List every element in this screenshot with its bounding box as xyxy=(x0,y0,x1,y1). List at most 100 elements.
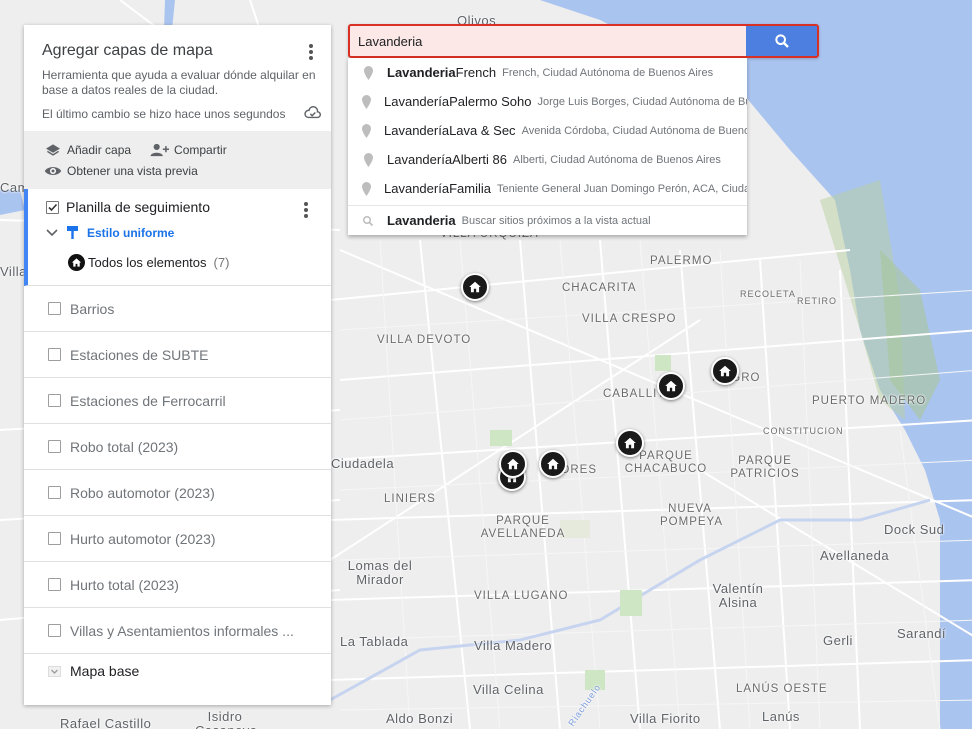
layer-hurto-total[interactable]: Hurto total (2023) xyxy=(24,562,331,608)
map-label: Lomas del Mirador xyxy=(347,558,413,587)
cloud-saved-icon xyxy=(304,106,321,124)
layer-subte[interactable]: Estaciones de SUBTE xyxy=(24,332,331,378)
map-description[interactable]: Herramienta que ayuda a evaluar dónde al… xyxy=(42,68,317,98)
suggestion-rest: French xyxy=(455,65,497,80)
paint-roller-icon xyxy=(67,226,78,239)
basemap-toggle[interactable]: Mapa base xyxy=(24,654,331,688)
nearby-hint: Buscar sitios próximos a la vista actual xyxy=(461,214,651,227)
suggestion-item[interactable]: Lavandería Familia Teniente General Juan … xyxy=(348,174,747,203)
suggestion-item[interactable]: Lavandería Alberti 86 Alberti, Ciudad Aut… xyxy=(348,145,747,174)
home-icon xyxy=(547,458,559,470)
layer-robo-total[interactable]: Robo total (2023) xyxy=(24,424,331,470)
suggestion-match: Lavanderia xyxy=(387,65,456,80)
add-person-icon xyxy=(150,143,170,156)
place-marker-icon xyxy=(362,152,374,167)
map-label: PARQUE PATRICIOS xyxy=(730,455,800,480)
add-layer-label: Añadir capa xyxy=(67,142,132,157)
suggestion-address: Jorge Luis Borges, Ciudad Autónoma de Bu xyxy=(537,95,747,108)
place-marker-icon xyxy=(362,65,374,80)
map-label: NUEVA POMPEYA xyxy=(660,503,724,528)
suggestion-address: Avenida Córdoba, Ciudad Autónoma de Buen… xyxy=(521,124,747,137)
home-icon xyxy=(719,365,731,377)
layer-checkbox[interactable] xyxy=(46,200,59,214)
home-pin[interactable] xyxy=(461,273,489,301)
layer-name: Estaciones de Ferrocarril xyxy=(70,392,226,409)
suggestion-item[interactable]: Lavandería Lava & Sec Avenida Córdoba, Ci… xyxy=(348,116,747,145)
layer-name: Barrios xyxy=(70,300,115,317)
home-pin[interactable] xyxy=(657,372,685,400)
map-label: PARQUE AVELLANEDA xyxy=(480,515,566,540)
map-options-menu-icon[interactable] xyxy=(301,42,321,62)
map-label: Villa Madero xyxy=(474,638,553,653)
map-title[interactable]: Agregar capas de mapa xyxy=(42,42,313,60)
map-label: Dock Sud xyxy=(884,522,945,537)
search-input[interactable] xyxy=(350,26,746,56)
layer-hurto-automotor[interactable]: Hurto automotor (2023) xyxy=(24,516,331,562)
add-layer-button[interactable]: Añadir capa xyxy=(44,143,131,157)
layer-options-icon[interactable] xyxy=(296,200,316,220)
layer-checkbox[interactable] xyxy=(48,302,61,315)
suggestion-match: Lavandería xyxy=(384,181,450,196)
share-button[interactable]: Compartir xyxy=(149,143,227,157)
layer-planilla[interactable]: Planilla de seguimiento Estilo uniforme … xyxy=(24,189,331,286)
map-label: Sarandí xyxy=(897,626,947,641)
layer-ferrocarril[interactable]: Estaciones de Ferrocarril xyxy=(24,378,331,424)
suggestion-rest: Palermo Soho xyxy=(449,94,532,109)
map-label: VILLA DEVOTO xyxy=(377,334,472,346)
map-label: La Tablada xyxy=(340,634,409,649)
map-label: LANÚS OESTE xyxy=(736,683,828,695)
layer-checkbox[interactable] xyxy=(48,348,61,361)
suggestion-match: Lavandería xyxy=(384,123,450,138)
layer-name: Hurto automotor (2023) xyxy=(70,530,216,547)
suggestion-match: Lavandería xyxy=(384,94,450,109)
suggestion-rest: Lava & Sec xyxy=(449,123,516,138)
map-label: VILLA CRESPO xyxy=(582,313,677,325)
expand-arrow-icon[interactable] xyxy=(48,665,61,677)
layer-name: Hurto total (2023) xyxy=(70,576,179,593)
home-pin[interactable] xyxy=(616,429,644,457)
home-pin[interactable] xyxy=(499,450,527,478)
layer-checkbox[interactable] xyxy=(48,394,61,407)
home-pin[interactable] xyxy=(539,450,567,478)
map-label: Villa Fiorito xyxy=(630,711,701,726)
place-marker-icon xyxy=(362,123,371,138)
search-nearby-item[interactable]: Lavanderia Buscar sitios próximos a la vi… xyxy=(348,206,747,235)
layer-checkbox[interactable] xyxy=(48,578,61,591)
preview-button[interactable]: Obtener una vista previa xyxy=(44,164,198,178)
layer-checkbox[interactable] xyxy=(48,486,61,499)
layer-robo-automotor[interactable]: Robo automotor (2023) xyxy=(24,470,331,516)
map-label: Lanús xyxy=(762,709,800,724)
map-label: Avellaneda xyxy=(820,548,890,563)
home-icon xyxy=(469,281,481,293)
panel-actions: Añadir capa Compartir Obtener una vista … xyxy=(24,131,331,189)
map-label: Isidro Casanova xyxy=(195,709,257,729)
all-items-label: Todos los elementos xyxy=(88,255,207,270)
map-label: Aldo Bonzi xyxy=(386,711,454,726)
layers-panel: Agregar capas de mapa Herramienta que ay… xyxy=(24,25,331,705)
layer-name[interactable]: Planilla de seguimiento xyxy=(66,199,210,215)
map-label: VILLA LUGANO xyxy=(474,590,569,602)
layer-barrios[interactable]: Barrios xyxy=(24,286,331,332)
chevron-down-icon[interactable] xyxy=(46,228,58,237)
suggestion-item[interactable]: Lavanderia French French, Ciudad Autónoma… xyxy=(348,58,747,87)
search-button[interactable] xyxy=(746,26,817,56)
suggestion-address: Teniente General Juan Domingo Perón, ACA… xyxy=(496,182,747,195)
place-marker-icon xyxy=(362,181,371,196)
layer-villas[interactable]: Villas y Asentamientos informales ... xyxy=(24,608,331,654)
map-label: Villa Celina xyxy=(473,682,544,697)
layer-name: Estaciones de SUBTE xyxy=(70,346,209,363)
style-link[interactable]: Estilo uniforme xyxy=(87,226,174,240)
home-icon xyxy=(624,437,636,449)
search-suggestions: Lavanderia French French, Ciudad Autónoma… xyxy=(348,58,747,235)
suggestion-address: French, Ciudad Autónoma de Buenos Aires xyxy=(502,66,714,79)
map-label: Valentín Alsina xyxy=(712,581,764,610)
suggestion-rest: Familia xyxy=(449,181,491,196)
home-pin[interactable] xyxy=(711,357,739,385)
all-items-row[interactable]: Todos los elementos (7) xyxy=(68,254,331,271)
suggestion-item[interactable]: Lavandería Palermo Soho Jorge Luis Borges… xyxy=(348,87,747,116)
layer-checkbox[interactable] xyxy=(48,440,61,453)
layer-checkbox[interactable] xyxy=(48,624,61,637)
layer-checkbox[interactable] xyxy=(48,532,61,545)
map-label: Gerli xyxy=(823,633,853,648)
map-label: RECOLETA xyxy=(740,289,796,299)
